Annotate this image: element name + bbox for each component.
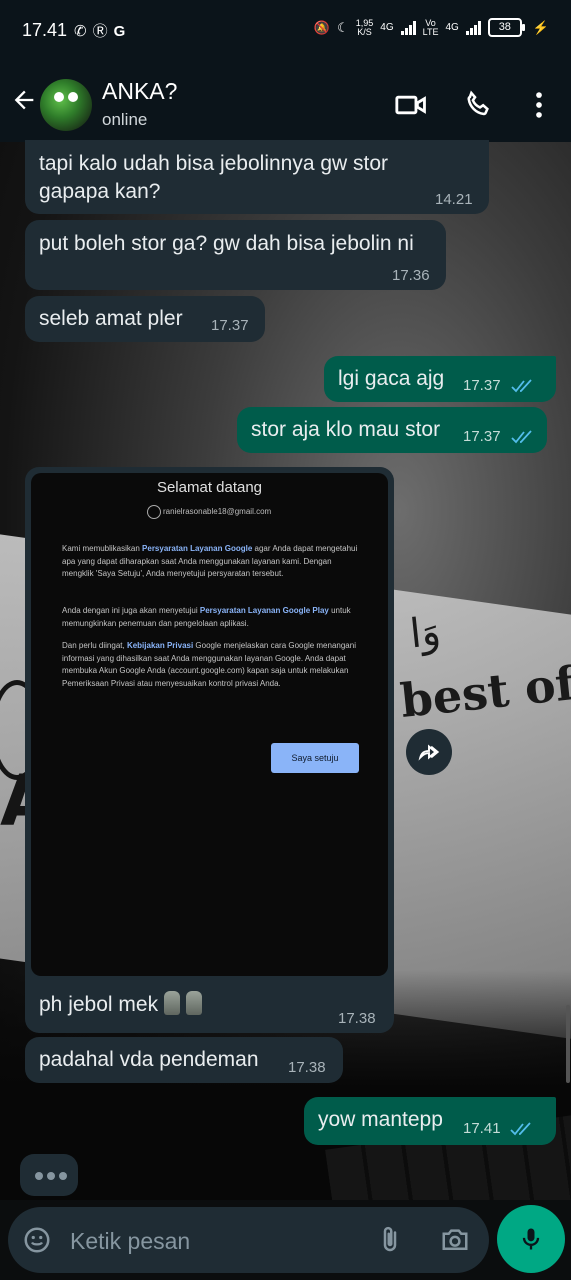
signal-icon: [400, 20, 416, 35]
message-text: padahal vda pendeman: [39, 1048, 259, 1071]
back-arrow-icon[interactable]: [10, 86, 38, 114]
microphone-icon: [522, 1228, 540, 1250]
read-receipt-icon: [510, 1122, 531, 1136]
charging-icon: ⚡: [532, 19, 549, 35]
status-time: 17.41: [22, 20, 68, 40]
message-text: seleb amat pler: [39, 307, 183, 330]
message-time: 17.37: [463, 377, 501, 394]
signal-icon: [465, 20, 481, 35]
status-right: 🔕 ☾ 1,95 K/S 4G Vo LTE 4G 38 ⚡: [314, 18, 549, 37]
b-icon: Ⓡ: [92, 23, 114, 40]
emoji-icon[interactable]: [22, 1225, 52, 1255]
image-paragraph: Kami memublikasikan Persyaratan Layanan …: [62, 544, 358, 578]
message-composer: [8, 1207, 489, 1273]
avatar[interactable]: [40, 79, 92, 131]
more-options-icon[interactable]: [522, 88, 556, 122]
message-incoming[interactable]: tapi kalo udah bisa jebolinnya gw stor ga…: [25, 140, 489, 214]
whatsapp-icon: ✆: [74, 23, 93, 40]
message-outgoing[interactable]: stor aja klo mau stor 17.37: [237, 407, 547, 453]
video-call-icon[interactable]: [394, 88, 428, 122]
message-text: ph jebol mek: [39, 991, 203, 1017]
message-text: stor aja klo mau stor: [251, 418, 441, 441]
message-text: yow mantepp: [318, 1108, 443, 1131]
moai-emoji-icon: [164, 991, 181, 1015]
image-attachment[interactable]: Selamat datang ranielrasonable18@gmail.c…: [31, 473, 388, 976]
message-incoming[interactable]: put boleh stor ga? gw dah bisa jebolin n…: [25, 220, 446, 290]
account-icon: [147, 505, 161, 519]
volte-label: Vo LTE: [422, 17, 439, 37]
message-text: tapi kalo udah bisa jebolinnya gw stor ga…: [39, 152, 389, 203]
message-time: 17.38: [338, 1010, 376, 1027]
battery-icon: 38: [487, 18, 525, 37]
image-email: ranielrasonable18@gmail.com: [163, 507, 272, 516]
image-paragraph: Dan perlu diingat, Kebijakan Privasi Goo…: [62, 641, 356, 688]
message-incoming[interactable]: seleb amat pler 17.37: [25, 296, 265, 342]
mute-bell-icon: 🔕: [313, 19, 331, 35]
wallpaper-arabic-text: وَا: [407, 608, 443, 658]
chat-header: ANKA? online: [0, 62, 571, 142]
attachment-clip-icon[interactable]: [375, 1225, 405, 1255]
read-receipt-icon: [511, 430, 532, 444]
contact-status: online: [102, 110, 148, 129]
image-title: Selamat datang: [156, 479, 263, 496]
message-time: 17.37: [211, 317, 249, 334]
status-bar: 17.41 ✆ⓇG 🔕 ☾ 1,95 K/S 4G Vo LTE 4G 38 ⚡: [0, 0, 571, 62]
message-time: 17.37: [463, 428, 501, 445]
voice-message-button[interactable]: [497, 1205, 565, 1273]
message-time: 17.38: [288, 1059, 326, 1076]
message-input[interactable]: [68, 1221, 372, 1261]
message-incoming[interactable]: padahal vda pendeman 17.38: [25, 1037, 343, 1083]
camera-icon[interactable]: [440, 1225, 470, 1255]
phone-call-icon[interactable]: [462, 88, 496, 122]
notification-icons: ✆ⓇG: [74, 20, 131, 41]
google-g-icon: G: [113, 23, 132, 40]
message-outgoing[interactable]: yow mantepp 17.41: [304, 1097, 556, 1145]
contact-name[interactable]: ANKA?: [102, 78, 177, 105]
typing-indicator: [20, 1154, 78, 1196]
network-type-1: 4G: [380, 22, 394, 33]
message-text: lgi gaca ajg: [338, 367, 445, 390]
network-type-2: 4G: [445, 22, 459, 33]
net-speed: 1,95 K/S: [355, 17, 374, 37]
scrollbar[interactable]: [566, 1005, 570, 1083]
moon-icon: ☾: [337, 19, 349, 35]
read-receipt-icon: [511, 379, 532, 393]
message-time: 14.21: [435, 191, 473, 208]
message-time: 17.41: [463, 1120, 501, 1137]
image-paragraph: Anda dengan ini juga akan menyetujui Per…: [62, 606, 351, 628]
message-outgoing[interactable]: lgi gaca ajg 17.37: [324, 356, 556, 402]
message-image[interactable]: Selamat datang ranielrasonable18@gmail.c…: [25, 467, 394, 1033]
message-time: 17.36: [392, 267, 430, 284]
image-agree-button: Saya setuju: [271, 743, 359, 773]
forward-icon: [418, 744, 440, 761]
message-text: put boleh stor ga? gw dah bisa jebolin n…: [39, 232, 414, 255]
moai-emoji-icon: [186, 991, 203, 1015]
forward-button[interactable]: [406, 729, 452, 775]
